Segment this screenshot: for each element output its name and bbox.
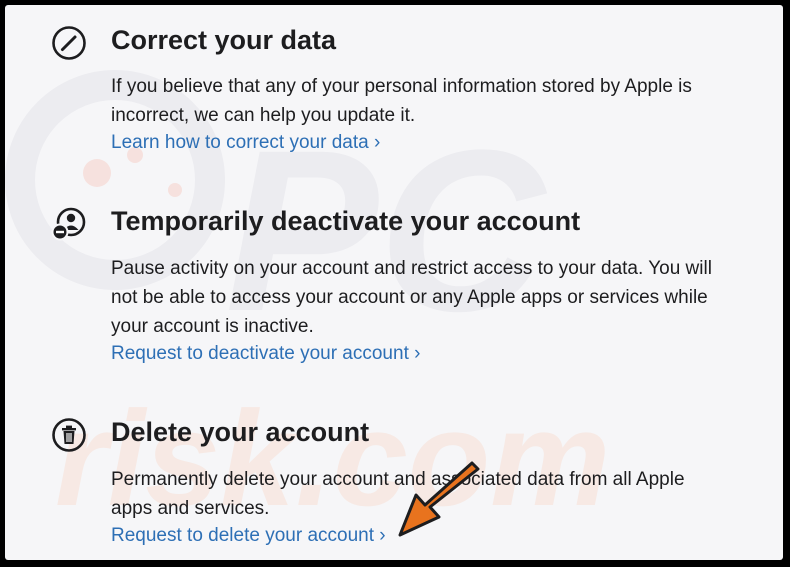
correct-data-description: If you believe that any of your personal… — [111, 76, 692, 126]
deactivate-account-title: Temporarily deactivate your account — [111, 206, 581, 236]
deactivate-account-description: Pause activity on your account and restr… — [111, 258, 712, 337]
pencil-icon — [52, 26, 86, 60]
correct-data-title: Correct your data — [111, 25, 337, 55]
page-frame: PC risk.com Correct your data If you bel… — [5, 5, 783, 560]
trash-icon — [52, 418, 86, 452]
deactivate-account-link[interactable]: Request to deactivate your account › — [111, 343, 420, 365]
correct-data-link[interactable]: Learn how to correct your data › — [111, 132, 380, 154]
delete-account-link[interactable]: Request to delete your account › — [111, 525, 386, 547]
annotation-arrow-icon — [398, 461, 480, 537]
deactivate-account-icon — [51, 207, 86, 241]
delete-account-title: Delete your account — [111, 417, 370, 447]
